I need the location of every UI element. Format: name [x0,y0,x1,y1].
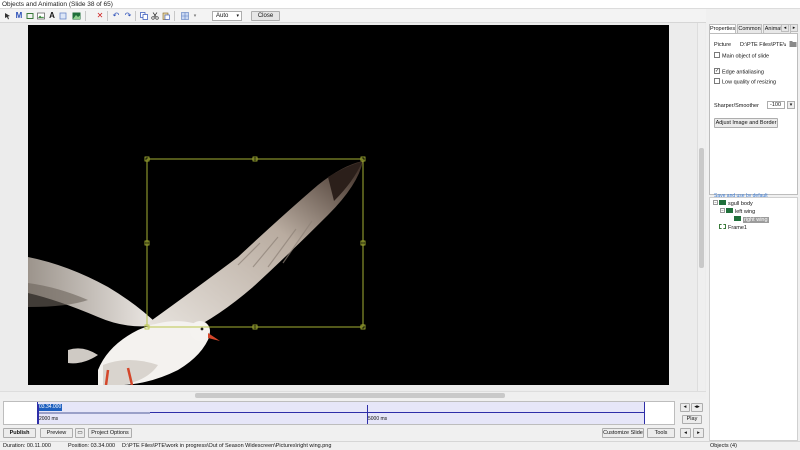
toolbar: M A ✕ ↶ ↷ ▾ Auto ▾ Close [0,9,706,23]
scroll-thumb[interactable] [195,393,505,398]
tree-item-left-wing[interactable]: − left wing [720,208,756,216]
bottom-button-bar: Publish Preview ▭ Project Options Custom… [0,427,706,440]
cut-icon[interactable] [150,11,160,21]
redo-icon[interactable]: ↷ [123,11,133,21]
chevron-right-icon[interactable]: ▸ [790,24,798,32]
frame-icon[interactable] [58,11,68,21]
chevron-down-icon[interactable]: ▾ [787,101,795,109]
check-icon[interactable]: ✓ [714,68,720,74]
zoom-value: Auto [216,13,229,19]
m-icon[interactable]: M [14,11,24,21]
chevron-left-icon[interactable]: ◂ [781,24,789,32]
status-duration: Duration: 00.11.000 [3,443,51,449]
next-slide-button[interactable]: ▸ [693,428,704,438]
seagull-image [28,156,366,385]
timeline-left-button[interactable]: ◂ [680,403,690,412]
chevron-down-icon: ▾ [236,13,239,19]
customize-slide-button[interactable]: Customize Slide [602,428,644,438]
project-options-button[interactable]: Project Options [88,428,132,438]
monitor-icon[interactable]: ▭ [75,428,85,438]
undo-icon[interactable]: ↶ [111,11,121,21]
checkbox-box[interactable] [714,78,720,84]
picture-icon [734,216,741,222]
main-object-checkbox[interactable]: Main object of slide [714,52,770,60]
publish-button[interactable]: Publish [3,428,36,438]
checkbox-box[interactable] [714,52,720,58]
zoom-select[interactable]: Auto ▾ [212,11,242,21]
tree-item-frame1[interactable]: Frame1 [719,224,747,232]
edge-antialiasing-label: Edge antialiasing [722,69,764,76]
sharper-smoother-label: Sharper/Smoother [714,103,759,109]
stage-area [0,23,706,391]
adjust-image-button[interactable]: Adjust Image and Border [714,118,778,128]
main-object-label: Main object of slide [722,53,770,60]
previous-slide-button[interactable]: ◂ [680,428,691,438]
scroll-thumb[interactable] [699,148,704,268]
grid-dropdown-arrow-icon[interactable]: ▾ [190,11,200,21]
preview-button[interactable]: Preview [40,428,73,438]
delete-icon[interactable]: ✕ [95,11,105,21]
picture-icon [726,208,733,214]
tree-item-label: Frame1 [728,225,747,231]
close-button[interactable]: Close [251,11,280,21]
timeline-position-label: 03.34.000 [38,404,63,411]
timeline[interactable]: 03.34.000 2000 ms 5000 ms [3,401,675,425]
play-button[interactable]: Play [682,415,702,424]
cursor-icon[interactable] [3,11,13,21]
timeline-object-bar[interactable] [38,412,150,414]
low-quality-checkbox[interactable]: Low quality of resizing [714,78,777,86]
rectangle-icon[interactable] [25,11,35,21]
status-position: Position: 03.34.000 [68,443,116,449]
properties-panel: Picture D:\PTE Files\PTE\wo Main object … [709,33,798,199]
vertical-scrollbar[interactable] [697,23,705,391]
paste-icon[interactable] [161,11,171,21]
tools-button[interactable]: Tools [647,428,675,438]
toolbar-separator [135,11,136,21]
right-panel: Properties Common Animation ◂ ▸ Picture … [707,23,800,441]
status-file-path: D:\PTE Files\PTE\work in progress\Out of… [122,443,332,449]
tree-item-right-wing[interactable]: right wing [734,216,769,224]
toolbar-separator [85,11,86,21]
timeline-marker-label: 2000 ms [39,416,59,422]
tree-item-label: sgull body [728,201,753,207]
edge-antialiasing-checkbox[interactable]: ✓ Edge antialiasing [714,68,764,76]
horizontal-scrollbar[interactable] [0,391,706,399]
low-quality-label: Low quality of resizing [722,79,777,86]
tree-item-label: right wing [743,217,769,223]
object-tree: − sgull body − left wing right wing Frame1 [709,197,798,441]
picture-label: Picture [714,42,732,48]
status-bar: Duration: 00.11.000 Position: 03.34.000 … [0,441,800,450]
window-title: Objects and Animation (Slide 38 of 65) [2,1,113,8]
timeline-marker-label: 5000 ms [368,416,388,422]
collapse-icon[interactable]: − [720,208,725,214]
tree-item-label: left wing [735,209,756,215]
tab-common[interactable]: Common [737,24,762,33]
frame-icon [719,224,726,230]
slide-canvas[interactable] [28,25,669,385]
toolbar-separator [107,11,108,21]
picture-icon [719,200,726,206]
tree-item-sgull-body[interactable]: − sgull body [713,200,753,208]
toolbar-separator [174,11,175,21]
copy-icon[interactable] [139,11,149,21]
picture-icon[interactable] [71,11,81,21]
folder-icon[interactable] [789,40,797,49]
sharper-smoother-input[interactable]: -100 [767,101,785,109]
text-icon[interactable]: A [47,11,57,21]
title-bar: Objects and Animation (Slide 38 of 65) [0,0,800,9]
collapse-icon[interactable]: − [713,200,718,206]
status-objects-count: Objects (4) [710,443,737,449]
panel-nav: ◂ ▸ [781,24,798,32]
image-icon[interactable] [36,11,46,21]
picture-path-field[interactable]: D:\PTE Files\PTE\wo [740,41,786,49]
timeline-expand-button[interactable]: ◂▸ [691,403,703,412]
grid-icon[interactable] [180,11,190,21]
